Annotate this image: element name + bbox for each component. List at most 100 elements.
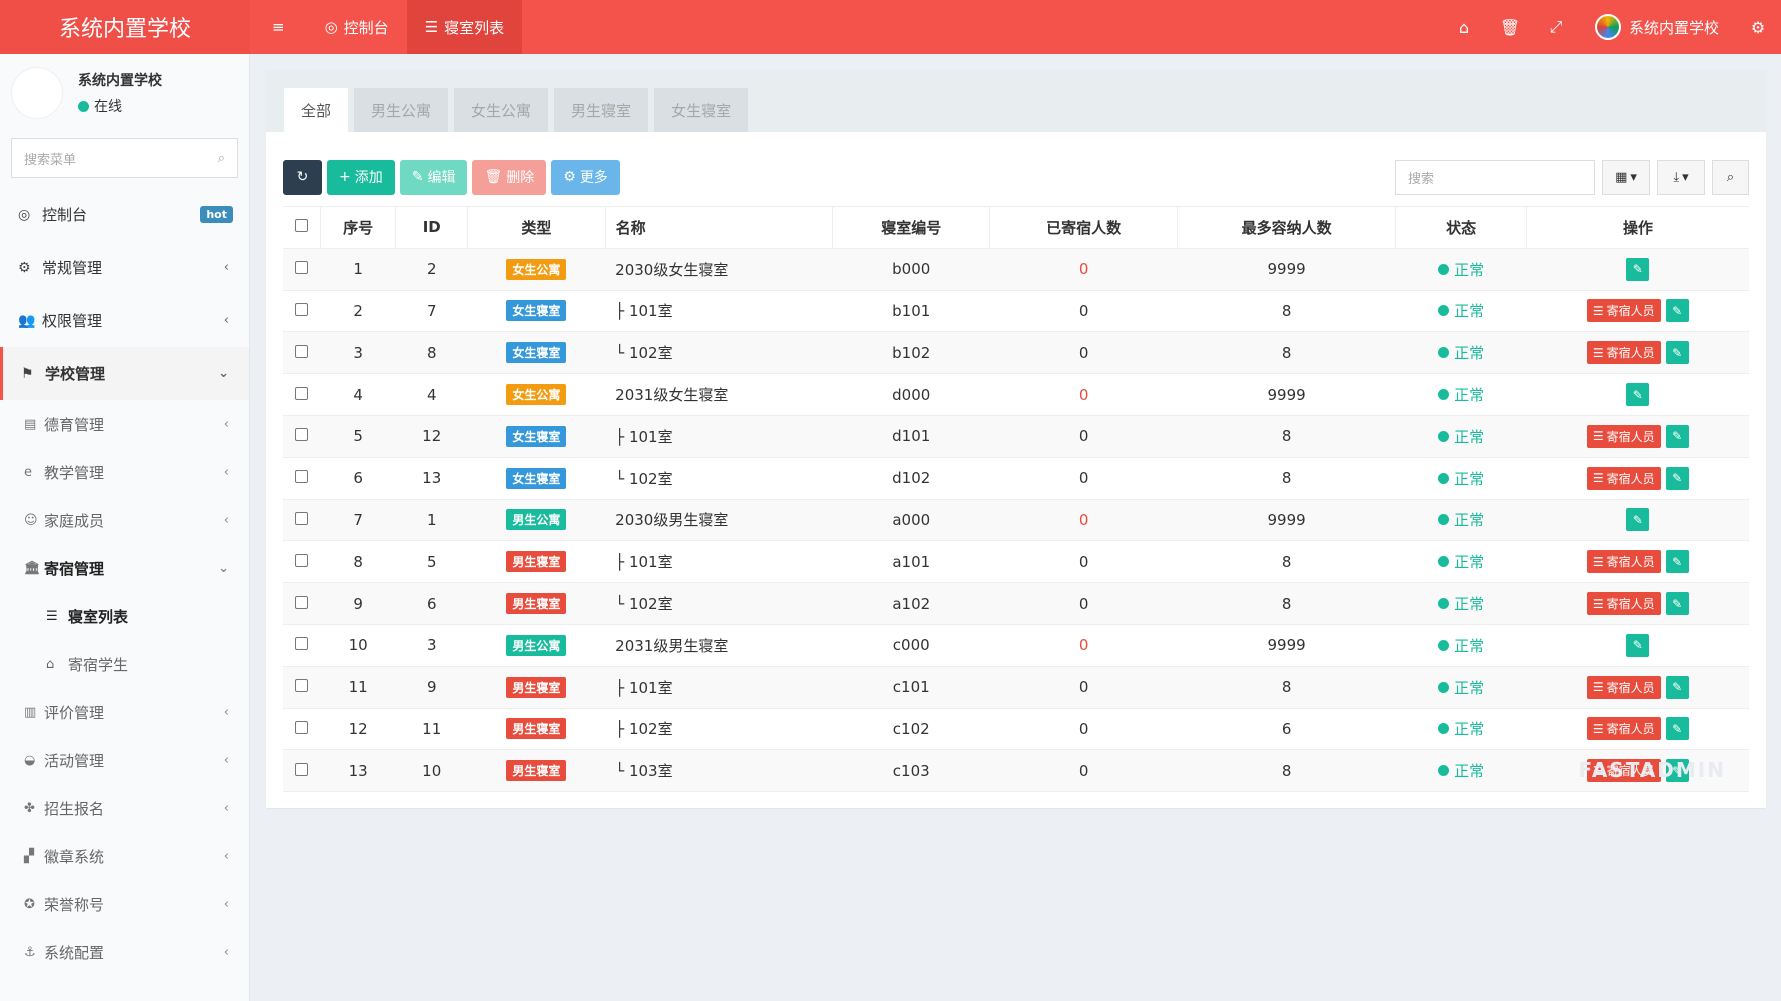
table-row[interactable]: 8 5 男生寝室 ├ 101室 a101 0 8 正常 ☰ 寄宿人员 ✎ — [283, 540, 1749, 584]
col-header-type[interactable]: 类型 — [467, 206, 606, 249]
delete-button[interactable]: 🗑 删除 — [472, 159, 547, 195]
type-badge[interactable]: 女生寝室 — [506, 342, 567, 364]
row-checkbox[interactable] — [295, 261, 309, 275]
edit-row-button[interactable]: ✎ — [1626, 508, 1650, 532]
table-row[interactable]: 13 10 男生寝室 └ 103室 c103 0 8 正常 ☰ 寄宿人员 ✎ — [283, 749, 1749, 793]
table-search-input[interactable]: 搜索 — [1395, 159, 1595, 195]
status-badge[interactable]: 正常 — [1438, 342, 1484, 363]
sidebar-item-family[interactable]: ☺ 家庭成员 ‹ — [0, 496, 249, 544]
status-badge[interactable]: 正常 — [1438, 593, 1484, 614]
edit-row-button[interactable]: ✎ — [1665, 592, 1689, 616]
status-badge[interactable]: 正常 — [1438, 300, 1484, 321]
edit-row-button[interactable]: ✎ — [1626, 633, 1650, 657]
col-header-id[interactable]: ID — [395, 206, 469, 249]
status-badge[interactable]: 正常 — [1438, 509, 1484, 530]
edit-row-button[interactable]: ✎ — [1626, 257, 1650, 281]
fullscreen-icon[interactable]: ⤢ — [1533, 0, 1579, 54]
row-checkbox[interactable] — [295, 302, 309, 316]
col-header-code[interactable]: 寝室编号 — [832, 206, 991, 249]
col-header-boarded[interactable]: 已寄宿人数 — [989, 206, 1179, 249]
sidebar-item-enroll[interactable]: ✤ 招生报名 ‹ — [0, 784, 249, 832]
row-checkbox[interactable] — [295, 511, 309, 525]
sidebar-item-moral[interactable]: ▤ 德育管理 ‹ — [0, 400, 249, 448]
sidebar-item-general[interactable]: ⚙ 常规管理 ‹ — [0, 241, 249, 294]
select-all-checkbox[interactable] — [295, 219, 309, 233]
edit-row-button[interactable]: ✎ — [1665, 717, 1689, 741]
sidebar-item-permission[interactable]: 👥 权限管理 ‹ — [0, 294, 249, 347]
status-badge[interactable]: 正常 — [1438, 384, 1484, 405]
row-checkbox[interactable] — [295, 595, 309, 609]
row-checkbox[interactable] — [295, 428, 309, 442]
table-row[interactable]: 5 12 女生寝室 ├ 101室 d101 0 8 正常 ☰ 寄宿人员 ✎ — [283, 415, 1749, 458]
type-badge[interactable]: 女生寝室 — [506, 425, 567, 447]
status-badge[interactable]: 正常 — [1438, 677, 1484, 698]
status-badge[interactable]: 正常 — [1438, 259, 1484, 280]
row-checkbox[interactable] — [295, 720, 309, 734]
sidebar-item-boarders[interactable]: ⌂ 寄宿学生 — [0, 640, 249, 688]
type-badge[interactable]: 女生公寓 — [506, 384, 567, 406]
status-badge[interactable]: 正常 — [1438, 718, 1484, 739]
type-badge[interactable]: 男生寝室 — [506, 676, 567, 698]
settings-icon[interactable]: ⚙ — [1735, 0, 1781, 54]
menu-search-input[interactable]: 搜索菜单 ⌕ — [11, 138, 238, 178]
row-checkbox[interactable] — [295, 553, 309, 567]
tab-female-apartment[interactable]: 女生公寓 — [454, 88, 549, 132]
status-badge[interactable]: 正常 — [1438, 635, 1484, 656]
add-button[interactable]: + 添加 — [327, 159, 395, 195]
boarders-button[interactable]: ☰ 寄宿人员 — [1586, 675, 1661, 699]
boarders-button[interactable]: ☰ 寄宿人员 — [1586, 299, 1661, 323]
row-checkbox[interactable] — [295, 679, 309, 693]
export-button[interactable]: ⤓ ▾ — [1657, 159, 1705, 195]
row-checkbox[interactable] — [295, 386, 309, 400]
home-icon[interactable]: ⌂ — [1441, 0, 1487, 54]
edit-row-button[interactable]: ✎ — [1665, 675, 1689, 699]
table-row[interactable]: 1 2 女生公寓 2030级女生寝室 b000 0 9999 正常 ✎ — [283, 248, 1749, 291]
table-row[interactable]: 2 7 女生寝室 ├ 101室 b101 0 8 正常 ☰ 寄宿人员 ✎ — [283, 290, 1749, 333]
table-row[interactable]: 9 6 男生寝室 └ 102室 a102 0 8 正常 ☰ 寄宿人员 ✎ — [283, 582, 1749, 625]
row-checkbox[interactable] — [295, 637, 309, 651]
sidebar-toggle-button[interactable]: ≡ — [250, 0, 307, 54]
col-header-no[interactable]: 序号 — [320, 206, 397, 249]
edit-row-button[interactable]: ✎ — [1626, 383, 1650, 407]
nav-tab-dorm-list[interactable]: ☰ 寝室列表 — [406, 0, 523, 54]
sidebar-item-dorm[interactable]: 🏛 寄宿管理 ⌄ — [0, 544, 249, 592]
tab-female-dorm[interactable]: 女生寝室 — [654, 88, 749, 132]
sidebar-item-honor[interactable]: ✪ 荣誉称号 ‹ — [0, 880, 249, 928]
row-checkbox[interactable] — [295, 470, 309, 484]
sidebar-item-dashboard[interactable]: ◎ 控制台 hot — [0, 188, 249, 241]
type-badge[interactable]: 女生寝室 — [506, 300, 567, 322]
type-badge[interactable]: 女生寝室 — [506, 467, 567, 489]
sidebar-item-badge[interactable]: ▞ 徽章系统 ‹ — [0, 832, 249, 880]
table-row[interactable]: 11 9 男生寝室 ├ 101室 c101 0 8 正常 ☰ 寄宿人员 ✎ — [283, 666, 1749, 709]
tab-male-apartment[interactable]: 男生公寓 — [354, 88, 449, 132]
table-row[interactable]: 7 1 男生公寓 2030级男生寝室 a000 0 9999 正常 ✎ — [283, 499, 1749, 542]
type-badge[interactable]: 女生公寓 — [506, 258, 567, 280]
boarders-button[interactable]: ☰ 寄宿人员 — [1586, 466, 1661, 490]
user-menu[interactable]: 系统内置学校 — [1579, 0, 1735, 54]
refresh-button[interactable]: ↻ — [283, 159, 322, 195]
type-badge[interactable]: 男生公寓 — [506, 634, 567, 656]
sidebar-item-evaluation[interactable]: ▥ 评价管理 ‹ — [0, 688, 249, 736]
search-icon[interactable]: ⌕ — [218, 151, 225, 166]
sidebar-item-config[interactable]: ⚓ 系统配置 ‹ — [0, 928, 249, 976]
nav-tab-dashboard[interactable]: ◎ 控制台 — [307, 0, 407, 54]
sidebar-item-activity[interactable]: ◒ 活动管理 ‹ — [0, 736, 249, 784]
row-checkbox[interactable] — [295, 762, 309, 776]
search-button[interactable]: ⌕ — [1712, 159, 1749, 195]
table-row[interactable]: 3 8 女生寝室 └ 102室 b102 0 8 正常 ☰ 寄宿人员 ✎ — [283, 331, 1749, 375]
status-badge[interactable]: 正常 — [1438, 760, 1484, 781]
type-badge[interactable]: 男生寝室 — [506, 551, 567, 573]
sidebar-item-teaching[interactable]: e 教学管理 ‹ — [0, 448, 249, 496]
status-badge[interactable]: 正常 — [1438, 426, 1484, 447]
type-badge[interactable]: 男生公寓 — [506, 509, 567, 531]
app-logo[interactable]: 系统内置学校 — [0, 0, 250, 54]
columns-toggle-button[interactable]: ▦ ▾ — [1602, 159, 1650, 195]
status-badge[interactable]: 正常 — [1438, 551, 1484, 572]
status-badge[interactable]: 正常 — [1438, 468, 1484, 489]
sidebar-item-dorm-list[interactable]: ☰ 寝室列表 — [0, 592, 249, 640]
boarders-button[interactable]: ☰ 寄宿人员 — [1586, 717, 1661, 741]
edit-row-button[interactable]: ✎ — [1665, 341, 1689, 365]
type-badge[interactable]: 男生寝室 — [506, 718, 567, 740]
edit-row-button[interactable]: ✎ — [1665, 550, 1689, 574]
col-header-status[interactable]: 状态 — [1395, 206, 1528, 249]
